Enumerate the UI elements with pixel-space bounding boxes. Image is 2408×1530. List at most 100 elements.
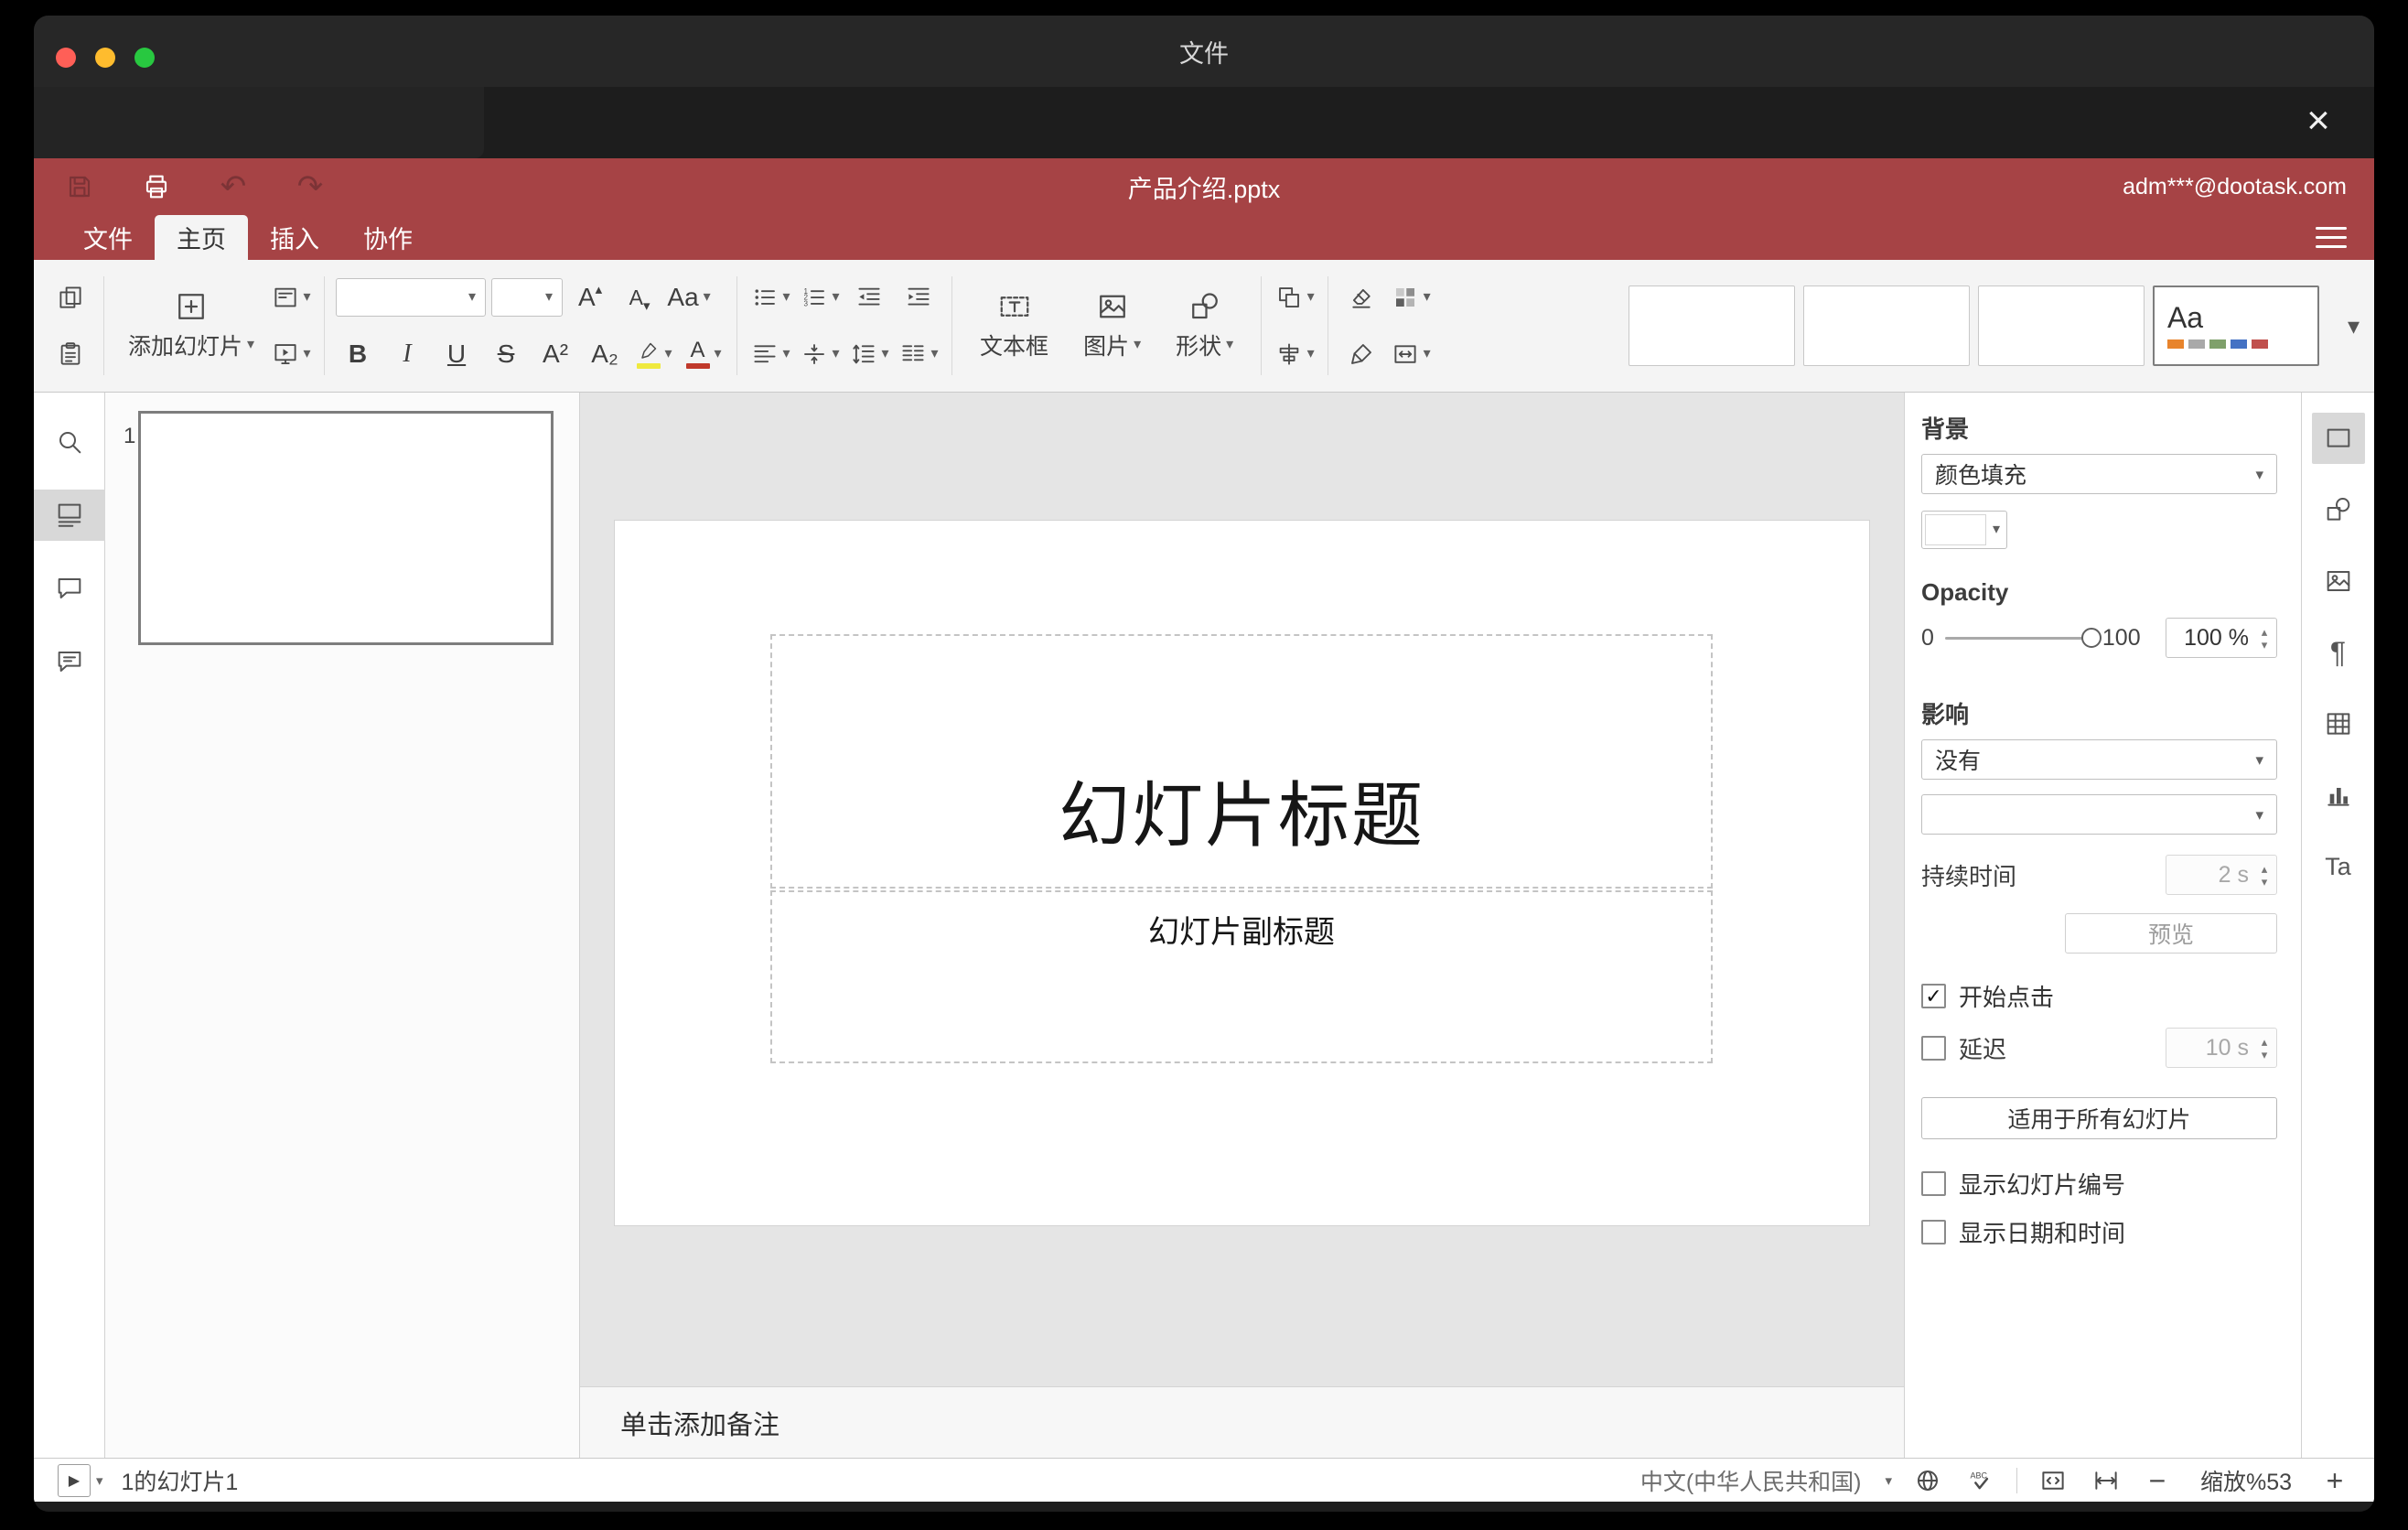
increase-indent-button[interactable]	[897, 272, 941, 323]
arrange-shapes-button[interactable]: ▾	[1273, 272, 1317, 323]
copy-button[interactable]	[48, 272, 92, 323]
theme-gallery-expand-button[interactable]: ▾	[2348, 312, 2360, 340]
insert-image-button[interactable]: 图片 ▾	[1067, 267, 1157, 384]
slide-size-button[interactable]: ▾	[1389, 329, 1433, 380]
opacity-slider-handle[interactable]	[2080, 628, 2102, 648]
title-placeholder[interactable]: 幻灯片标题	[770, 634, 1713, 889]
bold-button[interactable]: B	[336, 329, 380, 380]
background-fill-select[interactable]: 颜色填充 ▾	[1921, 454, 2277, 494]
minimize-traffic-light[interactable]	[95, 48, 115, 68]
notes-area[interactable]: 单击添加备注	[580, 1386, 1904, 1458]
spinner-arrows-icon[interactable]: ▴ ▾	[2252, 626, 2276, 651]
subscript-button[interactable]: A₂	[583, 329, 627, 380]
copy-style-button[interactable]	[1339, 329, 1383, 380]
shape-settings-tab[interactable]	[2312, 484, 2365, 535]
horizontal-align-button[interactable]: ▾	[748, 329, 792, 380]
save-button[interactable]	[61, 168, 98, 205]
slide-canvas[interactable]: 幻灯片标题 幻灯片副标题	[580, 393, 1904, 1386]
theme-option-selected[interactable]: Aa	[2152, 286, 2319, 366]
chevron-down-icon[interactable]: ▾	[1885, 1472, 1892, 1489]
paste-button[interactable]	[48, 329, 92, 380]
start-slideshow-button[interactable]: ▾	[269, 329, 313, 380]
duration-spinner[interactable]: 2 s ▴ ▾	[2166, 855, 2277, 895]
close-traffic-light[interactable]	[56, 48, 76, 68]
font-color-icon: A	[685, 339, 710, 369]
textart-settings-tab[interactable]: Ta	[2312, 841, 2365, 892]
slide-thumbnail-1[interactable]	[138, 411, 554, 645]
apply-to-all-slides-button[interactable]: 适用于所有幻灯片	[1921, 1097, 2277, 1139]
numbered-list-button[interactable]: 123 ▾	[798, 272, 842, 323]
clear-style-button[interactable]	[1339, 272, 1383, 323]
background-color-picker[interactable]: ▾	[1921, 511, 2007, 549]
show-slide-number-checkbox[interactable]	[1921, 1171, 1946, 1196]
image-settings-tab[interactable]	[2312, 555, 2365, 607]
print-button[interactable]	[138, 168, 175, 205]
opacity-slider[interactable]	[1944, 628, 2102, 648]
comments-button[interactable]	[34, 563, 105, 614]
insert-textbox-button[interactable]: 文本框	[963, 267, 1065, 384]
opacity-spinner[interactable]: 100 % ▴ ▾	[2166, 618, 2277, 658]
align-shapes-button[interactable]: ▾	[1273, 329, 1317, 380]
superscript-button[interactable]: A²	[533, 329, 577, 380]
color-scheme-button[interactable]: ▾	[1389, 272, 1433, 323]
preview-button[interactable]: 预览	[2065, 913, 2277, 954]
redo-button[interactable]: ↷	[292, 168, 328, 205]
transition-effect-select[interactable]: 没有 ▾	[1921, 739, 2277, 780]
insert-shape-button[interactable]: 形状 ▾	[1159, 267, 1250, 384]
delay-spinner[interactable]: 10 s ▴ ▾	[2166, 1028, 2277, 1068]
tab-file[interactable]: 文件	[61, 215, 155, 260]
slide-layout-button[interactable]: ▾	[269, 272, 313, 323]
italic-button[interactable]: I	[385, 329, 429, 380]
vertical-align-button[interactable]: ▾	[798, 329, 842, 380]
language-selector[interactable]: 中文(中华人民共和国)	[1640, 1464, 1862, 1497]
change-case-button[interactable]: Aa ▾	[667, 272, 711, 323]
paragraph-settings-tab[interactable]: ¶	[2312, 627, 2365, 678]
theme-option-3[interactable]	[1977, 286, 2145, 366]
table-settings-tab[interactable]	[2312, 698, 2365, 749]
transition-variant-select[interactable]: ▾	[1921, 794, 2277, 835]
search-button[interactable]	[34, 416, 105, 468]
tab-insert[interactable]: 插入	[248, 215, 341, 260]
insert-columns-button[interactable]: ▾	[897, 329, 941, 380]
undo-button[interactable]: ↶	[215, 168, 252, 205]
font-name-select[interactable]: ▾	[336, 278, 487, 317]
slide-settings-tab[interactable]	[2311, 413, 2365, 464]
tab-collaboration[interactable]: 协作	[341, 215, 435, 260]
font-color-button[interactable]: A ▾	[682, 329, 726, 380]
highlight-color-button[interactable]: ▾	[632, 329, 676, 380]
line-spacing-button[interactable]: ▾	[847, 329, 891, 380]
chevron-down-icon[interactable]: ▾	[96, 1472, 103, 1489]
zoom-out-button[interactable]: −	[2142, 1466, 2173, 1495]
strikethrough-button[interactable]: S	[484, 329, 528, 380]
increment-font-size-button[interactable]: A ▴	[568, 272, 612, 323]
zoom-in-button[interactable]: +	[2319, 1466, 2350, 1495]
chart-icon	[2327, 788, 2349, 806]
close-icon[interactable]: ×	[2295, 98, 2341, 144]
underline-button[interactable]: U	[435, 329, 478, 380]
document-language-button[interactable]	[1910, 1463, 1945, 1498]
fit-to-width-button[interactable]	[2089, 1463, 2123, 1498]
menu-hamburger-icon[interactable]	[2316, 227, 2347, 248]
feedback-button[interactable]	[34, 636, 105, 687]
add-slide-button[interactable]: 添加幻灯片 ▾	[115, 267, 267, 384]
slides-panel-button[interactable]	[34, 490, 105, 541]
start-on-click-checkbox[interactable]: ✓	[1921, 984, 1946, 1008]
decrement-font-size-button[interactable]: A ▾	[618, 272, 661, 323]
delay-checkbox[interactable]	[1921, 1035, 1946, 1061]
spinner-arrows-icon[interactable]: ▴ ▾	[2252, 1036, 2276, 1061]
theme-option-1[interactable]	[1628, 286, 1795, 366]
start-slideshow-statusbar-button[interactable]: ▶	[58, 1463, 91, 1497]
theme-option-2[interactable]	[1802, 286, 1970, 366]
show-date-time-checkbox[interactable]	[1921, 1220, 1946, 1244]
font-size-select[interactable]: ▾	[491, 278, 564, 317]
decrease-indent-button[interactable]	[847, 272, 891, 323]
tab-home[interactable]: 主页	[155, 215, 248, 260]
fullscreen-traffic-light[interactable]	[134, 48, 155, 68]
fit-to-slide-button[interactable]	[2036, 1463, 2070, 1498]
subtitle-placeholder[interactable]: 幻灯片副标题	[770, 890, 1713, 1063]
slide-editing-area[interactable]: 幻灯片标题 幻灯片副标题	[615, 521, 1869, 1225]
spellcheck-button[interactable]: ABC	[1963, 1463, 1998, 1498]
chart-settings-tab[interactable]	[2312, 770, 2365, 821]
bullet-list-button[interactable]: ▾	[748, 272, 792, 323]
spinner-arrows-icon[interactable]: ▴ ▾	[2252, 863, 2276, 888]
